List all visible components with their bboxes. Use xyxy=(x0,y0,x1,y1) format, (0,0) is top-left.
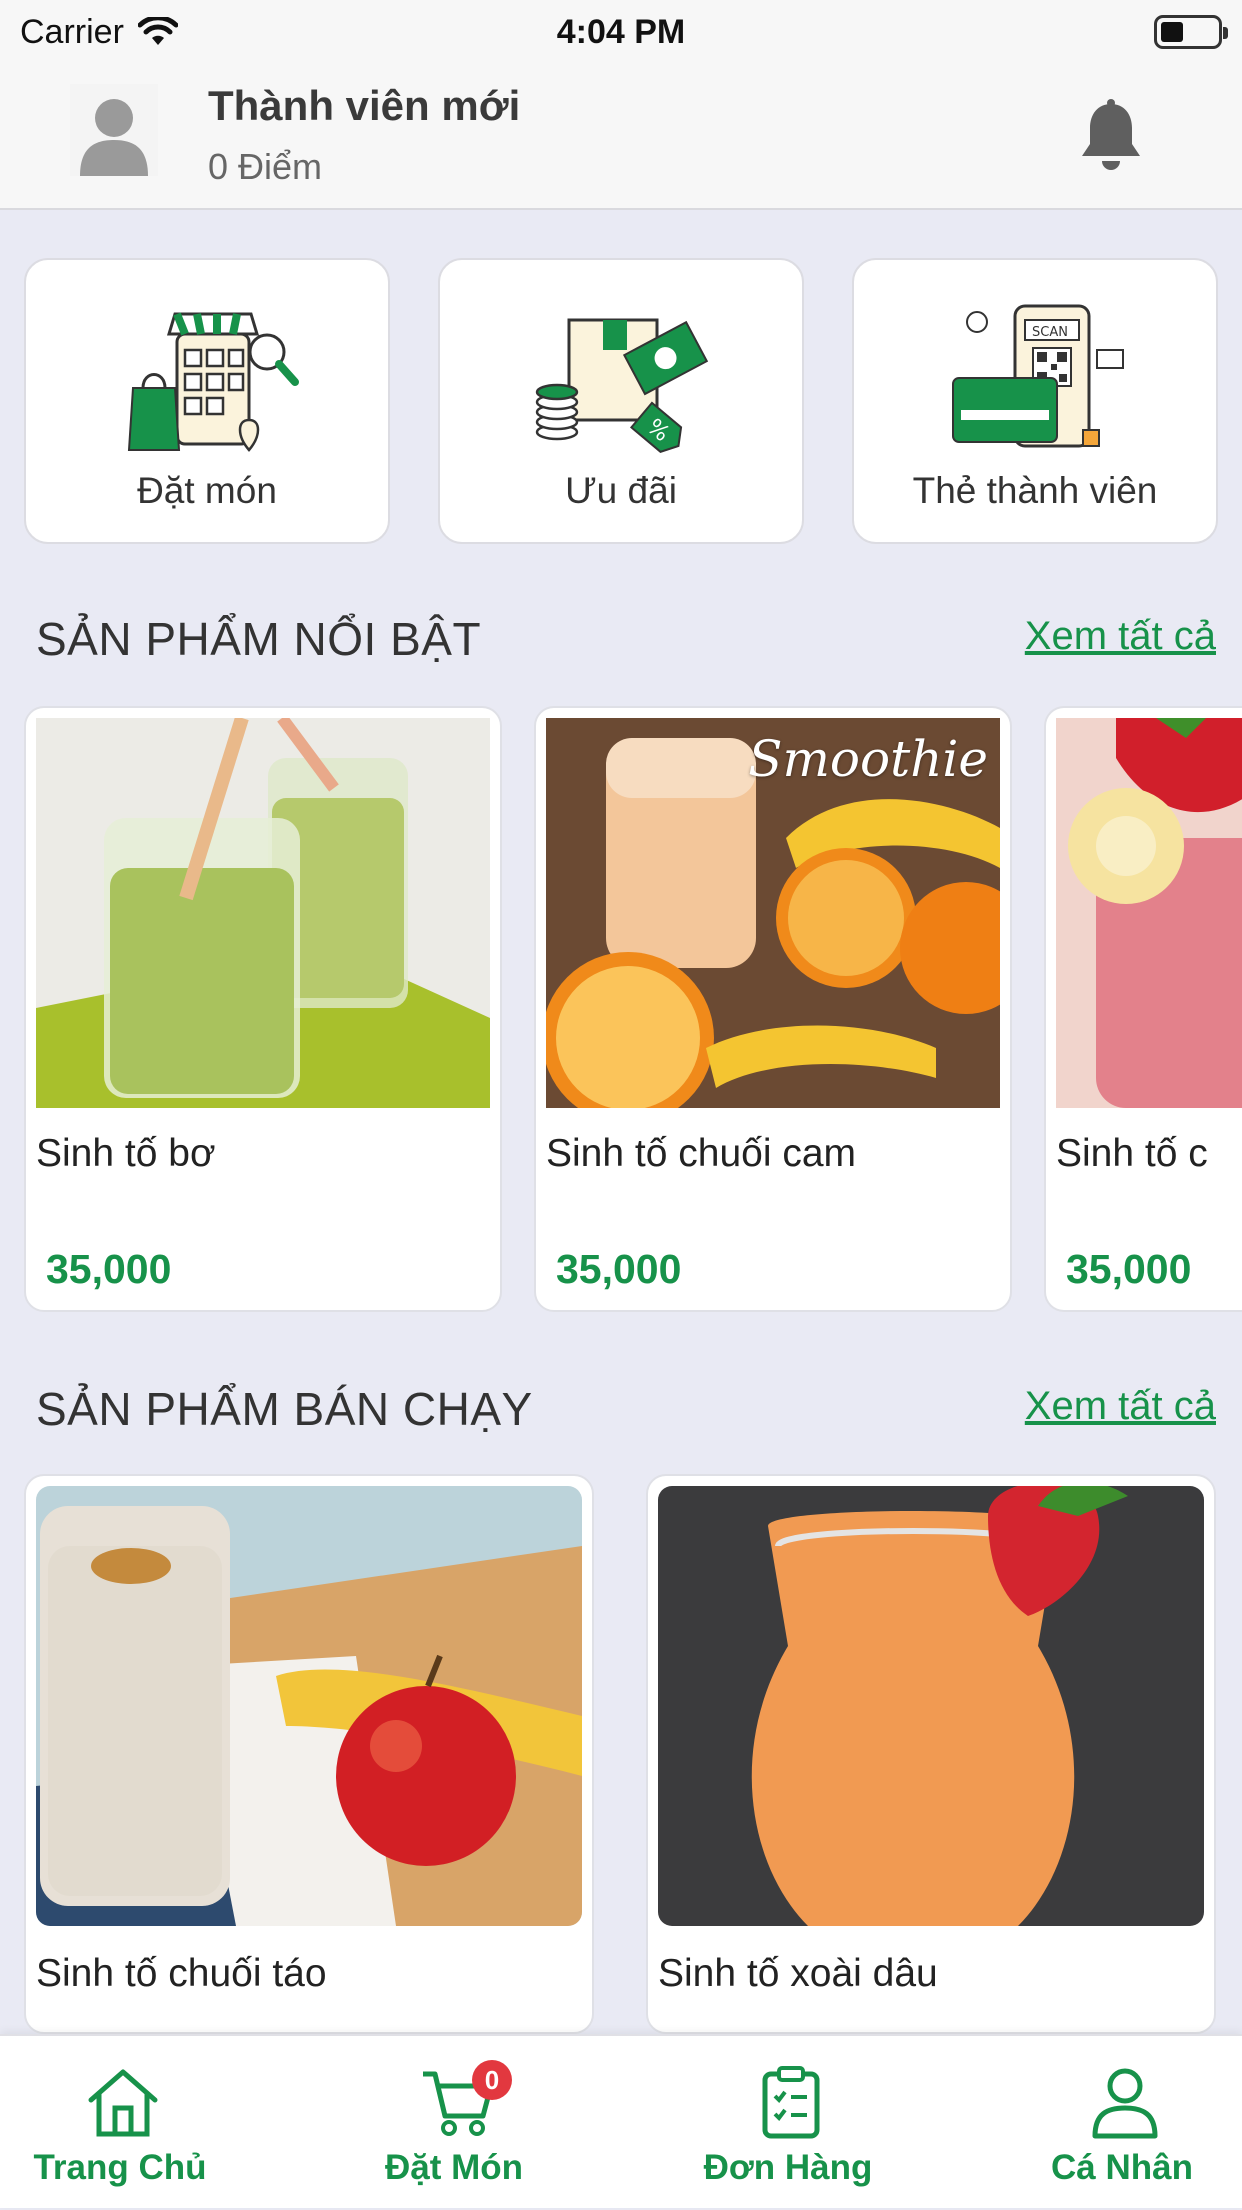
tab-label: Đơn Hàng xyxy=(703,2148,873,2187)
wifi-icon xyxy=(137,17,178,45)
battery-icon xyxy=(1154,15,1228,49)
quick-action-label: Đặt món xyxy=(137,470,277,511)
product-image xyxy=(36,718,490,1108)
tab-label: Đặt Món xyxy=(384,2148,524,2187)
member-header: Thành viên mới 0 Điểm xyxy=(0,64,1242,210)
clipboard-icon xyxy=(762,2066,820,2139)
status-left: Carrier xyxy=(20,13,178,52)
tab-order[interactable]: 0 Đặt Món xyxy=(334,2036,574,2210)
product-name: Sinh tố xoài dâu xyxy=(658,1952,938,1995)
product-image xyxy=(1056,718,1242,1108)
product-image-caption: Smoothie xyxy=(748,730,988,788)
product-card[interactable]: Sinh tố bơ 35,000 xyxy=(24,706,502,1312)
user-icon xyxy=(1092,2068,1158,2139)
featured-see-all-link[interactable]: Xem tất cả xyxy=(1025,614,1216,659)
product-card[interactable]: Smoothie Sinh tố chuối cam 35,000 xyxy=(534,706,1012,1312)
tab-profile[interactable]: Cá Nhân xyxy=(1002,2036,1242,2210)
featured-title: SẢN PHẨM NỔI BẬT xyxy=(36,613,482,665)
member-points: 0 Điểm xyxy=(208,146,323,187)
carrier-label: Carrier xyxy=(20,12,124,51)
quick-action-offers[interactable]: % Ưu đãi xyxy=(438,258,804,544)
status-bar: Carrier 4:04 PM xyxy=(0,0,1242,64)
product-image xyxy=(36,1486,582,1926)
bottom-tab-bar: Trang Chủ 0 Đặt Món Đơn Hàng Cá Nhân xyxy=(0,2034,1242,2208)
bestseller-see-all-link[interactable]: Xem tất cả xyxy=(1025,1384,1216,1429)
cart-badge: 0 xyxy=(472,2060,512,2100)
tab-label: Trang Chủ xyxy=(33,2148,207,2187)
member-card-icon: SCAN xyxy=(952,304,1124,448)
bell-icon[interactable] xyxy=(1076,98,1146,174)
avatar[interactable] xyxy=(70,84,158,176)
discount-voucher-icon: % xyxy=(535,318,709,453)
quick-action-order[interactable]: Đặt món xyxy=(24,258,390,544)
product-name: Sinh tố c xyxy=(1056,1132,1208,1175)
tab-label: Cá Nhân xyxy=(1051,2148,1193,2187)
avatar-placeholder-icon xyxy=(70,84,158,176)
product-name: Sinh tố bơ xyxy=(36,1132,216,1175)
quick-action-label: Ưu đãi xyxy=(565,470,677,511)
product-price: 35,000 xyxy=(556,1246,682,1292)
product-image xyxy=(658,1486,1204,1926)
product-name: Sinh tố chuối cam xyxy=(546,1132,857,1175)
quick-action-label: Thẻ thành viên xyxy=(912,470,1158,511)
product-name: Sinh tố chuối táo xyxy=(36,1952,327,1995)
product-card[interactable]: Sinh tố c 35,000 xyxy=(1044,706,1242,1312)
product-card[interactable]: Sinh tố chuối táo xyxy=(24,1474,594,2034)
quick-action-member-card[interactable]: SCAN Thẻ thành viên xyxy=(852,258,1218,544)
product-card[interactable]: Sinh tố xoài dâu xyxy=(646,1474,1216,2034)
member-name: Thành viên mới xyxy=(208,82,521,129)
tab-orders[interactable]: Đơn Hàng xyxy=(668,2036,908,2210)
product-price: 35,000 xyxy=(46,1246,172,1292)
product-price: 35,000 xyxy=(1066,1246,1192,1292)
status-time: 4:04 PM xyxy=(556,12,686,51)
bestseller-title: SẢN PHẨM BÁN CHẠY xyxy=(36,1383,533,1435)
storefront-order-icon xyxy=(127,312,299,452)
home-icon xyxy=(88,2069,158,2137)
svg-text:SCAN: SCAN xyxy=(1032,325,1068,340)
tab-home[interactable]: Trang Chủ xyxy=(0,2036,240,2210)
product-image: Smoothie xyxy=(546,718,1000,1108)
